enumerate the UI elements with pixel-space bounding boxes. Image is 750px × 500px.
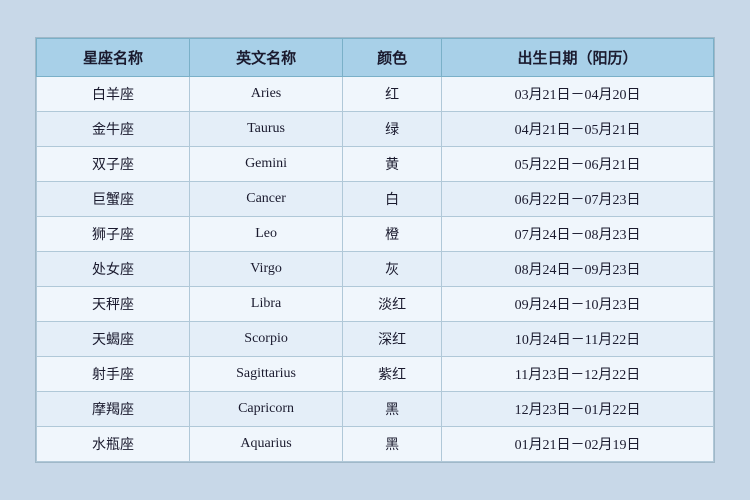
cell-color: 黄 — [343, 147, 442, 182]
table-row: 摩羯座Capricorn黑12月23日－01月22日 — [37, 392, 714, 427]
cell-chinese-name: 天蝎座 — [37, 322, 190, 357]
cell-dates: 10月24日－11月22日 — [442, 322, 714, 357]
cell-color: 淡红 — [343, 287, 442, 322]
cell-dates: 12月23日－01月22日 — [442, 392, 714, 427]
cell-english-name: Aries — [190, 77, 343, 112]
cell-dates: 05月22日－06月21日 — [442, 147, 714, 182]
table-row: 水瓶座Aquarius黑01月21日－02月19日 — [37, 427, 714, 462]
cell-english-name: Libra — [190, 287, 343, 322]
cell-dates: 04月21日－05月21日 — [442, 112, 714, 147]
cell-english-name: Taurus — [190, 112, 343, 147]
cell-english-name: Sagittarius — [190, 357, 343, 392]
cell-color: 紫红 — [343, 357, 442, 392]
cell-dates: 09月24日－10月23日 — [442, 287, 714, 322]
table-row: 巨蟹座Cancer白06月22日－07月23日 — [37, 182, 714, 217]
table-row: 狮子座Leo橙07月24日－08月23日 — [37, 217, 714, 252]
cell-color: 红 — [343, 77, 442, 112]
cell-english-name: Virgo — [190, 252, 343, 287]
cell-color: 灰 — [343, 252, 442, 287]
table-body: 白羊座Aries红03月21日－04月20日金牛座Taurus绿04月21日－0… — [37, 77, 714, 462]
cell-color: 白 — [343, 182, 442, 217]
header-chinese-name: 星座名称 — [37, 39, 190, 77]
table-row: 白羊座Aries红03月21日－04月20日 — [37, 77, 714, 112]
cell-color: 黑 — [343, 392, 442, 427]
table-row: 天蝎座Scorpio深红10月24日－11月22日 — [37, 322, 714, 357]
cell-chinese-name: 金牛座 — [37, 112, 190, 147]
cell-color: 橙 — [343, 217, 442, 252]
header-dates: 出生日期（阳历） — [442, 39, 714, 77]
cell-chinese-name: 处女座 — [37, 252, 190, 287]
cell-dates: 08月24日－09月23日 — [442, 252, 714, 287]
cell-chinese-name: 水瓶座 — [37, 427, 190, 462]
cell-color: 绿 — [343, 112, 442, 147]
cell-english-name: Capricorn — [190, 392, 343, 427]
cell-dates: 06月22日－07月23日 — [442, 182, 714, 217]
cell-color: 黑 — [343, 427, 442, 462]
cell-english-name: Scorpio — [190, 322, 343, 357]
cell-chinese-name: 双子座 — [37, 147, 190, 182]
cell-chinese-name: 白羊座 — [37, 77, 190, 112]
cell-english-name: Cancer — [190, 182, 343, 217]
table-row: 金牛座Taurus绿04月21日－05月21日 — [37, 112, 714, 147]
table-row: 双子座Gemini黄05月22日－06月21日 — [37, 147, 714, 182]
table-row: 射手座Sagittarius紫红11月23日－12月22日 — [37, 357, 714, 392]
cell-dates: 07月24日－08月23日 — [442, 217, 714, 252]
cell-dates: 01月21日－02月19日 — [442, 427, 714, 462]
table-row: 天秤座Libra淡红09月24日－10月23日 — [37, 287, 714, 322]
cell-chinese-name: 巨蟹座 — [37, 182, 190, 217]
header-english-name: 英文名称 — [190, 39, 343, 77]
cell-dates: 11月23日－12月22日 — [442, 357, 714, 392]
cell-chinese-name: 天秤座 — [37, 287, 190, 322]
table-header-row: 星座名称 英文名称 颜色 出生日期（阳历） — [37, 39, 714, 77]
cell-dates: 03月21日－04月20日 — [442, 77, 714, 112]
header-color: 颜色 — [343, 39, 442, 77]
cell-chinese-name: 射手座 — [37, 357, 190, 392]
cell-color: 深红 — [343, 322, 442, 357]
cell-chinese-name: 狮子座 — [37, 217, 190, 252]
cell-english-name: Aquarius — [190, 427, 343, 462]
table-row: 处女座Virgo灰08月24日－09月23日 — [37, 252, 714, 287]
zodiac-table: 星座名称 英文名称 颜色 出生日期（阳历） 白羊座Aries红03月21日－04… — [36, 38, 714, 462]
cell-english-name: Gemini — [190, 147, 343, 182]
cell-chinese-name: 摩羯座 — [37, 392, 190, 427]
cell-english-name: Leo — [190, 217, 343, 252]
zodiac-table-container: 星座名称 英文名称 颜色 出生日期（阳历） 白羊座Aries红03月21日－04… — [35, 37, 715, 463]
